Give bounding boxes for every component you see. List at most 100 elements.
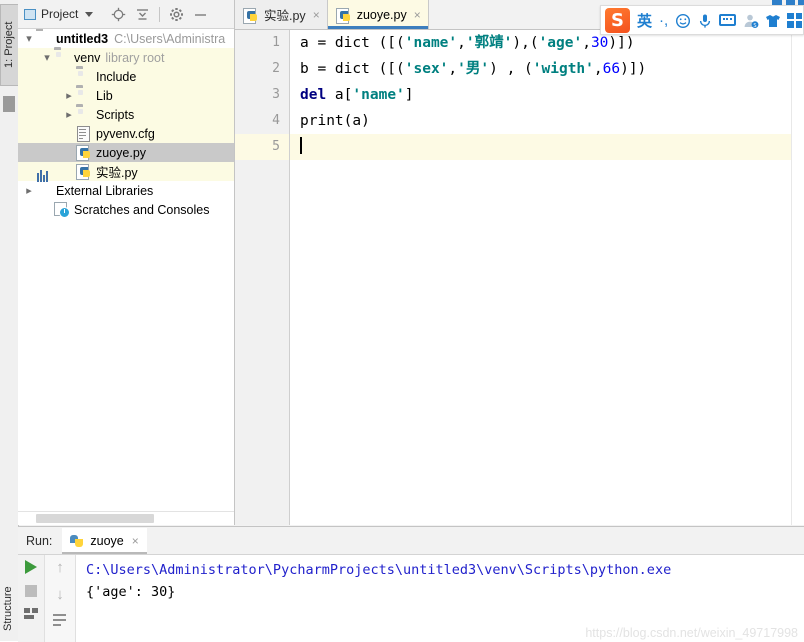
voice-icon[interactable]	[697, 13, 712, 28]
console-line-path: C:\Users\Administrator\PycharmProjects\u…	[86, 562, 672, 578]
code-line-5[interactable]	[290, 134, 804, 160]
chevron-down-icon[interactable]	[85, 11, 94, 17]
locate-icon[interactable]	[111, 7, 126, 22]
line-number: 1	[272, 35, 280, 50]
editor-tab-zuoye-py[interactable]: zuoye.py ×	[326, 0, 429, 29]
hide-icon[interactable]	[193, 7, 208, 22]
editor-right-gutter[interactable]	[791, 30, 804, 525]
close-icon[interactable]: ×	[132, 534, 139, 548]
tree-item-venv[interactable]: venv library root	[18, 48, 234, 67]
sogou-ime-toolbar[interactable]: S 英 ·, S	[600, 5, 804, 35]
tree-item-scripts[interactable]: Scripts	[18, 105, 234, 124]
tree-item-label: Scripts	[96, 107, 135, 122]
folder-icon	[36, 31, 52, 47]
code-line-4[interactable]: print(a)	[290, 108, 804, 134]
tree-item-label: Scratches and Consoles	[74, 202, 210, 217]
code-token-string: 'wigth'	[532, 61, 594, 77]
editor-area: 实验.py × zuoye.py × 1 2 3 4 5 a = dict ([…	[235, 0, 804, 525]
tree-item-label: Include	[96, 69, 137, 84]
tool-window-tab-structure[interactable]: Structure	[0, 578, 18, 640]
code-token: )])	[620, 61, 647, 77]
scrollbar-thumb[interactable]	[36, 514, 154, 523]
print-icon[interactable]	[24, 608, 38, 619]
run-label: Run:	[26, 533, 53, 548]
folder-icon	[54, 50, 70, 66]
chevron-down-icon[interactable]	[40, 51, 54, 64]
code-token: ,	[593, 61, 603, 77]
settings-icon[interactable]	[169, 7, 184, 22]
code-token-keyword: del	[300, 87, 327, 103]
tree-item-label: pyvenv.cfg	[96, 126, 155, 141]
chevron-right-icon[interactable]	[22, 184, 36, 197]
emoji-icon[interactable]	[675, 13, 691, 28]
tree-item-pyvenv-cfg[interactable]: pyvenv.cfg	[18, 124, 234, 143]
tree-item-zuoye-py[interactable]: zuoye.py	[18, 143, 234, 162]
code-line-2[interactable]: b = dict ([('sex','男') , ('wigth',66)])	[290, 56, 804, 82]
code-token: ]	[404, 87, 414, 103]
code-editor[interactable]: 1 2 3 4 5 a = dict ([('name','郭靖'),('age…	[235, 30, 804, 525]
code-token: ),(	[512, 35, 539, 51]
project-window-icon	[24, 8, 36, 20]
code-line-3[interactable]: del a['name']	[290, 82, 804, 108]
editor-tab-shiyan-py[interactable]: 实验.py ×	[235, 0, 327, 29]
collapse-all-icon[interactable]	[135, 7, 150, 22]
run-icon[interactable]	[25, 560, 37, 574]
project-horizontal-scrollbar[interactable]	[18, 511, 234, 525]
scroll-up-icon[interactable]: ↑	[56, 560, 64, 575]
tool-window-tab-project[interactable]: 1: Project	[0, 4, 20, 86]
python-file-icon	[76, 163, 92, 180]
code-token: a[	[326, 87, 353, 103]
code-token-string: 'sex'	[404, 61, 449, 77]
editor-tab-label: 实验.py	[264, 9, 306, 23]
code-token-number: 30	[590, 35, 609, 51]
toolbox-icon[interactable]	[787, 12, 803, 28]
line-number: 2	[272, 61, 280, 76]
soft-wrap-icon[interactable]	[52, 614, 68, 626]
punctuation-icon[interactable]: ·,	[659, 13, 668, 28]
svg-text:S: S	[754, 23, 757, 29]
tree-item-lib[interactable]: Lib	[18, 86, 234, 105]
toolbar-separator	[159, 6, 161, 22]
project-title-label: Project	[41, 7, 79, 21]
tree-item-shiyan-py[interactable]: 实验.py	[18, 162, 234, 181]
tree-item-external-libraries[interactable]: External Libraries	[18, 169, 234, 200]
ime-mode-label[interactable]: 英	[637, 10, 652, 31]
run-toolbar-secondary: ↑ ↓	[45, 555, 76, 642]
close-icon[interactable]: ×	[414, 8, 421, 22]
chevron-right-icon[interactable]	[62, 108, 76, 121]
tree-item-untitled3[interactable]: untitled3 C:\Users\Administra	[18, 29, 234, 48]
code-token: ) , (	[489, 61, 533, 77]
line-number-gutter: 1 2 3 4 5	[235, 30, 290, 525]
console-output[interactable]: C:\Users\Administrator\PycharmProjects\u…	[76, 555, 804, 642]
tree-item-label: External Libraries	[56, 183, 154, 198]
code-token: a = dict ([(	[300, 35, 405, 51]
project-title-group[interactable]: Project	[24, 7, 94, 21]
project-tool-window: Project ▾ untitled3 C:\Users\Administra …	[18, 0, 235, 525]
chevron-right-icon[interactable]	[62, 89, 76, 102]
folder-icon	[76, 107, 92, 123]
stop-icon[interactable]	[25, 585, 37, 597]
skin-icon[interactable]	[765, 13, 781, 28]
folder-icon	[76, 88, 92, 104]
tree-item-scratches-and-consoles[interactable]: Scratches and Consoles	[18, 200, 234, 219]
chevron-down-icon[interactable]	[22, 32, 36, 45]
user-icon[interactable]: S	[743, 13, 759, 29]
run-body: ↑ ↓ C:\Users\Administrator\PycharmProjec…	[18, 555, 804, 642]
code-token-number: 66	[602, 61, 621, 77]
console-line-result: {'age': 30}	[86, 584, 176, 600]
code-token-string: 'age'	[538, 35, 583, 51]
folder-icon	[76, 69, 92, 85]
run-tab-zuoye[interactable]: zuoye ×	[62, 527, 148, 554]
project-tree: untitled3 C:\Users\Administra venv libra…	[18, 29, 234, 511]
line-number: 4	[272, 113, 280, 128]
tree-item-label: Lib	[96, 88, 113, 103]
code-token: b = dict ([(	[300, 61, 405, 77]
scroll-down-icon[interactable]: ↓	[56, 587, 64, 602]
tree-item-path: C:\Users\Administra	[114, 31, 226, 46]
close-icon[interactable]: ×	[313, 8, 320, 22]
keyboard-icon[interactable]	[719, 14, 737, 26]
sogou-logo-icon[interactable]: S	[605, 7, 630, 33]
code-content[interactable]: a = dict ([('name','郭靖'),('age',30)]) b …	[290, 30, 804, 525]
run-tool-window: Run: zuoye × ↑ ↓ C:\Users\Administrator\…	[18, 526, 804, 642]
tree-item-include[interactable]: Include	[18, 67, 234, 86]
